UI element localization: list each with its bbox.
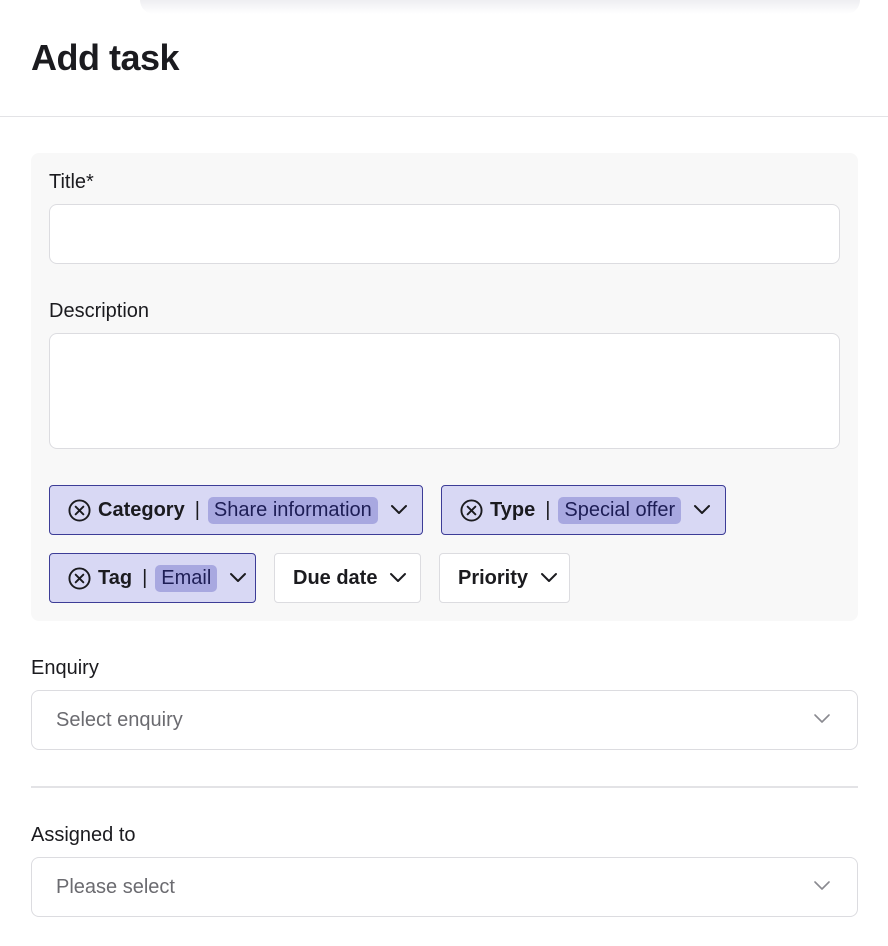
chevron-down-icon <box>229 572 247 584</box>
chevron-down-icon <box>389 572 407 584</box>
title-label: Title* <box>49 171 94 193</box>
page-title: Add task <box>31 37 180 78</box>
tag-filter-chip[interactable]: Tag | Email <box>49 553 256 603</box>
due-date-filter-name: Due date <box>293 566 378 589</box>
enquiry-select[interactable]: Select enquiry <box>31 690 858 750</box>
assigned-to-placeholder: Please select <box>56 876 175 898</box>
clear-tag-icon[interactable] <box>68 566 91 590</box>
tag-filter-value: Email <box>155 564 218 592</box>
chevron-down-icon <box>540 572 558 584</box>
clear-category-icon[interactable] <box>68 498 91 522</box>
priority-filter-name: Priority <box>458 566 529 589</box>
priority-filter-button[interactable]: Priority <box>439 553 570 603</box>
page-header: Add task <box>0 0 888 117</box>
assigned-to-select[interactable]: Please select <box>31 857 858 917</box>
category-filter-value: Share information <box>207 496 378 524</box>
type-filter-name: Type <box>490 498 536 521</box>
chevron-down-icon <box>390 504 408 516</box>
category-filter-chip[interactable]: Category | Share information <box>49 485 423 535</box>
enquiry-label: Enquiry <box>31 657 99 679</box>
description-textarea[interactable] <box>49 333 840 449</box>
due-date-filter-button[interactable]: Due date <box>274 553 421 603</box>
type-filter-value: Special offer <box>558 496 682 524</box>
type-filter-separator: | <box>545 498 551 521</box>
task-details-card: Title* Description Category | Share info… <box>31 153 858 621</box>
description-label: Description <box>49 300 150 322</box>
title-input[interactable] <box>49 204 840 264</box>
clear-type-icon[interactable] <box>460 498 483 522</box>
type-filter-chip[interactable]: Type | Special offer <box>441 485 726 535</box>
tag-filter-name: Tag <box>98 566 133 589</box>
enquiry-placeholder: Select enquiry <box>56 709 183 731</box>
section-divider <box>31 786 858 788</box>
chevron-down-icon <box>693 504 711 516</box>
chevron-down-icon <box>813 880 831 892</box>
chevron-down-icon <box>813 713 831 725</box>
category-filter-name: Category <box>98 498 185 521</box>
tag-filter-separator: | <box>142 566 148 589</box>
assigned-to-label: Assigned to <box>31 824 136 846</box>
category-filter-separator: | <box>194 498 200 521</box>
